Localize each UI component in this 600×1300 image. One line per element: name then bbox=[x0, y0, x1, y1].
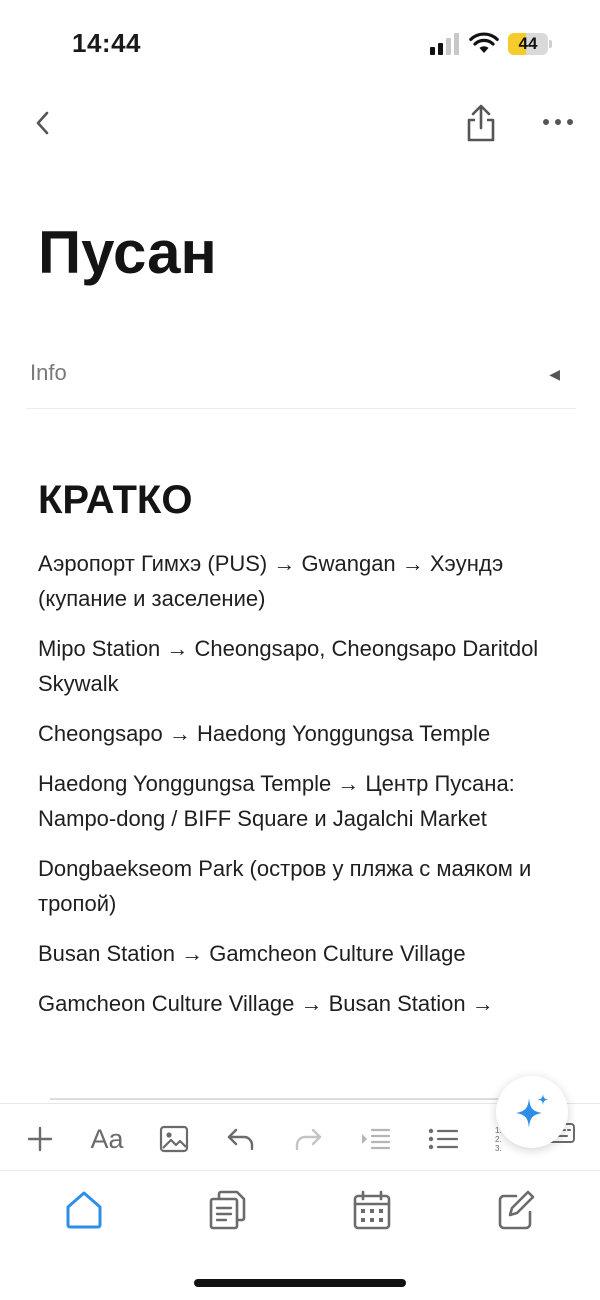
route-item[interactable]: Dongbaekseom Park (остров у пляжа с маяк… bbox=[38, 851, 563, 921]
more-button[interactable] bbox=[540, 112, 576, 132]
indent-button[interactable] bbox=[358, 1124, 392, 1154]
route-item[interactable]: Busan Station → Gamcheon Culture Village bbox=[38, 936, 563, 971]
toolbar-bottom-border bbox=[0, 1170, 600, 1171]
share-button[interactable] bbox=[462, 102, 500, 144]
toolbar-divider bbox=[50, 1098, 500, 1100]
info-label: Info bbox=[30, 360, 67, 385]
redo-icon bbox=[295, 1128, 322, 1151]
home-indicator bbox=[194, 1279, 406, 1287]
bulleted-list-icon bbox=[428, 1128, 459, 1150]
back-button[interactable] bbox=[30, 108, 58, 138]
tab-documents[interactable] bbox=[207, 1188, 247, 1232]
documents-icon bbox=[209, 1190, 246, 1230]
compose-icon bbox=[498, 1190, 535, 1230]
route-item[interactable]: Haedong Yonggungsa Temple → Центр Пусана… bbox=[38, 766, 563, 836]
status-time: 14:44 bbox=[72, 28, 141, 58]
battery-percent: 44 bbox=[518, 34, 538, 53]
route-item[interactable]: Mipo Station → Cheongsapo, Cheongsapo Da… bbox=[38, 631, 563, 701]
redo-button[interactable] bbox=[292, 1124, 324, 1154]
image-icon bbox=[159, 1125, 189, 1153]
battery-tip bbox=[549, 40, 552, 48]
undo-icon bbox=[227, 1128, 254, 1151]
page-title[interactable]: Пусан bbox=[38, 218, 217, 287]
route-item[interactable]: Аэропорт Гимхэ (PUS) → Gwangan → Хэундэ … bbox=[38, 546, 563, 616]
insert-image-button[interactable] bbox=[158, 1124, 190, 1154]
insert-button[interactable] bbox=[24, 1124, 56, 1154]
section-heading[interactable]: КРАТКО bbox=[38, 478, 192, 523]
svg-text:3.: 3. bbox=[495, 1144, 502, 1153]
tab-home[interactable] bbox=[64, 1188, 104, 1232]
back-icon bbox=[36, 111, 49, 135]
caret-left-icon: ◀ bbox=[549, 366, 560, 382]
share-icon bbox=[467, 104, 495, 142]
route-list[interactable]: Аэропорт Гимхэ (PUS) → Gwangan → Хэундэ … bbox=[38, 546, 563, 1036]
plus-icon bbox=[27, 1126, 53, 1152]
undo-button[interactable] bbox=[225, 1124, 257, 1154]
route-item[interactable]: Gamcheon Culture Village → Busan Station… bbox=[38, 986, 563, 1021]
battery-indicator: 44 bbox=[508, 33, 548, 55]
text-format-button[interactable]: Aa bbox=[86, 1124, 128, 1154]
svg-text:2.: 2. bbox=[495, 1135, 502, 1144]
more-icon bbox=[543, 119, 573, 125]
wifi-icon bbox=[469, 32, 499, 59]
info-section-toggle[interactable]: Info ◀ bbox=[26, 340, 576, 409]
route-item[interactable]: Cheongsapo → Haedong Yonggungsa Temple bbox=[38, 716, 563, 751]
tab-calendar[interactable] bbox=[352, 1188, 392, 1232]
tab-compose[interactable] bbox=[496, 1188, 536, 1232]
ai-assistant-button[interactable] bbox=[496, 1076, 568, 1148]
cellular-signal-icon bbox=[430, 33, 462, 55]
bulleted-list-button[interactable] bbox=[426, 1124, 460, 1154]
ai-sparkle-icon bbox=[516, 1094, 549, 1128]
home-icon bbox=[66, 1191, 102, 1229]
indent-icon bbox=[362, 1128, 391, 1150]
calendar-icon bbox=[353, 1190, 391, 1230]
